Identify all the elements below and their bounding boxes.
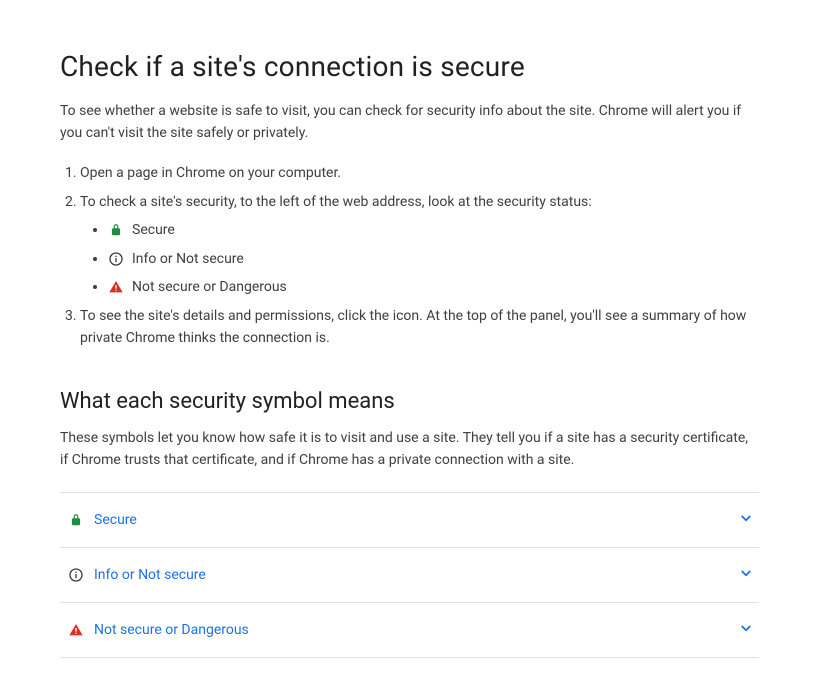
- accordion-item-info[interactable]: Info or Not secure: [60, 548, 759, 603]
- accordion: Secure Info or Not secure Not secure or …: [60, 492, 759, 658]
- status-secure-label: Secure: [132, 219, 175, 241]
- lock-icon: [108, 222, 124, 238]
- section2-heading: What each security symbol means: [60, 389, 759, 414]
- chevron-down-icon: [737, 619, 755, 641]
- info-icon: [68, 567, 84, 583]
- steps-list: Open a page in Chrome on your computer. …: [60, 162, 759, 349]
- accordion-item-danger[interactable]: Not secure or Dangerous: [60, 603, 759, 658]
- step-2: To check a site's security, to the left …: [80, 191, 759, 299]
- status-danger-item: Not secure or Dangerous: [108, 276, 759, 298]
- lock-icon: [68, 512, 84, 528]
- step-3: To see the site's details and permission…: [80, 305, 759, 350]
- status-secure-item: Secure: [108, 219, 759, 241]
- intro-text: To see whether a website is safe to visi…: [60, 101, 759, 144]
- status-info-label: Info or Not secure: [132, 248, 244, 270]
- step-2-text: To check a site's security, to the left …: [80, 194, 592, 210]
- step-1: Open a page in Chrome on your computer.: [80, 162, 759, 184]
- page-title: Check if a site's connection is secure: [60, 50, 759, 83]
- status-sublist: Secure Info or Not secure Not secure or …: [80, 219, 759, 298]
- section2-intro: These symbols let you know how safe it i…: [60, 428, 759, 471]
- info-icon: [108, 251, 124, 267]
- chevron-down-icon: [737, 564, 755, 586]
- status-info-item: Info or Not secure: [108, 248, 759, 270]
- accordion-info-label: Info or Not secure: [94, 567, 206, 583]
- warning-icon: [108, 279, 124, 295]
- chevron-down-icon: [737, 509, 755, 531]
- status-danger-label: Not secure or Dangerous: [132, 276, 287, 298]
- accordion-danger-label: Not secure or Dangerous: [94, 622, 249, 638]
- warning-icon: [68, 622, 84, 638]
- accordion-secure-label: Secure: [94, 512, 137, 528]
- accordion-item-secure[interactable]: Secure: [60, 493, 759, 548]
